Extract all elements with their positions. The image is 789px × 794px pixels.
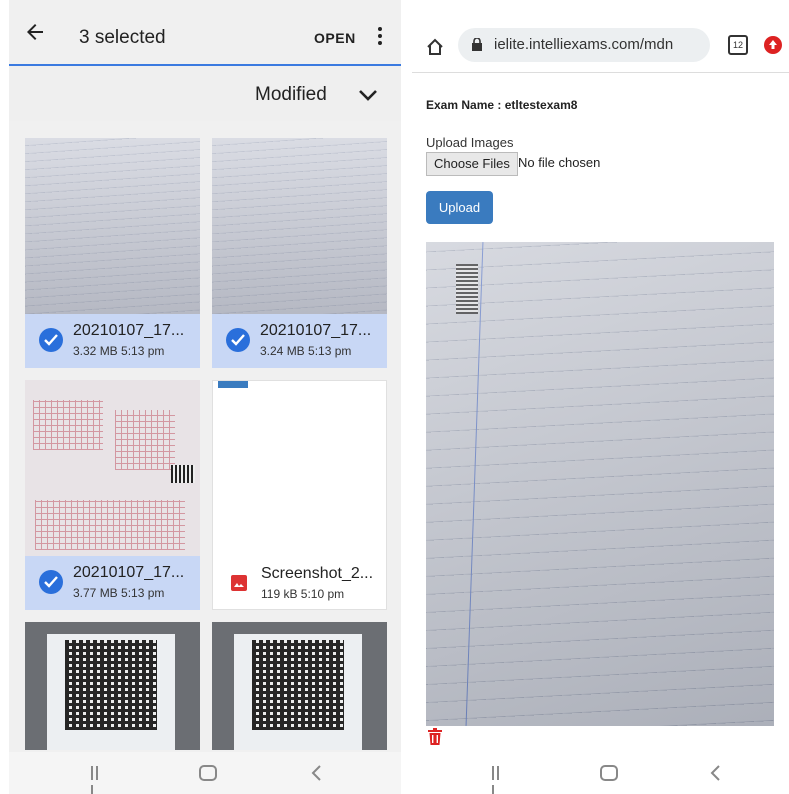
- trash-icon[interactable]: [428, 728, 442, 745]
- system-nav-bar: [9, 752, 401, 794]
- sort-bar: Modified: [9, 66, 401, 121]
- nav-recents-icon[interactable]: [492, 766, 506, 794]
- home-icon[interactable]: [426, 38, 444, 56]
- upload-button[interactable]: Upload: [426, 191, 493, 224]
- file-thumbnail: [212, 622, 387, 750]
- file-name: 20210107_17...: [73, 564, 185, 581]
- file-tile[interactable]: [25, 622, 200, 750]
- file-name: 20210107_17...: [73, 322, 185, 339]
- nav-recents-icon[interactable]: [91, 766, 105, 794]
- lock-icon: [472, 38, 482, 51]
- nav-home-icon[interactable]: [600, 765, 618, 781]
- file-tile[interactable]: [212, 622, 387, 750]
- file-meta: 3.32 MB 5:13 pm: [73, 344, 165, 358]
- tab-switcher-icon[interactable]: 12: [728, 35, 748, 55]
- check-circle-icon[interactable]: [39, 328, 63, 352]
- nav-home-icon[interactable]: [199, 765, 217, 781]
- app-bar: 3 selected OPEN: [9, 0, 401, 66]
- address-bar[interactable]: ielite.intelliexams.com/mdn: [458, 28, 710, 62]
- file-thumbnail: [25, 138, 200, 314]
- no-file-text: No file chosen: [518, 155, 601, 170]
- image-icon: [231, 575, 247, 591]
- file-picker-screen: 3 selected OPEN Modified 20210107_17... …: [9, 0, 401, 794]
- more-vert-icon[interactable]: [374, 27, 386, 49]
- selection-count-title: 3 selected: [79, 27, 166, 48]
- back-arrow-icon[interactable]: [23, 20, 47, 44]
- file-caption: 20210107_17... 3.24 MB 5:13 pm: [212, 314, 387, 368]
- file-meta: 119 kB 5:10 pm: [261, 587, 345, 601]
- nav-back-icon[interactable]: [708, 764, 724, 782]
- file-caption: 20210107_17... 3.77 MB 5:13 pm: [25, 556, 200, 610]
- sort-dropdown-label[interactable]: Modified: [255, 84, 327, 106]
- check-circle-icon[interactable]: [226, 328, 250, 352]
- file-caption: 20210107_17... 3.32 MB 5:13 pm: [25, 314, 200, 368]
- upload-images-label: Upload Images: [426, 135, 514, 150]
- nav-back-icon[interactable]: [309, 764, 325, 782]
- browser-screen: ielite.intelliexams.com/mdn 12 Exam Name…: [412, 0, 789, 794]
- file-name: 20210107_17...: [260, 322, 372, 339]
- url-text: ielite.intelliexams.com/mdn: [494, 36, 674, 53]
- check-circle-icon[interactable]: [39, 570, 63, 594]
- file-caption: Screenshot_2... 119 kB 5:10 pm: [213, 557, 386, 609]
- file-tile[interactable]: 20210107_17... 3.24 MB 5:13 pm: [212, 138, 387, 368]
- file-thumbnail: [213, 381, 386, 557]
- system-nav-bar: [412, 752, 789, 794]
- file-meta: 3.77 MB 5:13 pm: [73, 586, 165, 600]
- open-button[interactable]: OPEN: [314, 30, 356, 46]
- file-thumbnail: [212, 138, 387, 314]
- exam-name: Exam Name : etltestexam8: [426, 98, 578, 112]
- choose-files-button[interactable]: Choose Files: [426, 152, 518, 176]
- browser-toolbar: ielite.intelliexams.com/mdn 12: [412, 0, 789, 73]
- chevron-down-icon[interactable]: [357, 87, 379, 103]
- uploaded-image-preview: [426, 242, 774, 726]
- file-thumbnail: [25, 622, 200, 750]
- file-tile[interactable]: 20210107_17... 3.32 MB 5:13 pm: [25, 138, 200, 368]
- file-name: Screenshot_2...: [261, 565, 374, 582]
- extension-icon[interactable]: [764, 36, 782, 54]
- file-tile[interactable]: 20210107_17... 3.77 MB 5:13 pm: [25, 380, 200, 610]
- file-thumbnail: [25, 380, 200, 556]
- file-meta: 3.24 MB 5:13 pm: [260, 344, 352, 358]
- file-tile[interactable]: Screenshot_2... 119 kB 5:10 pm: [212, 380, 387, 610]
